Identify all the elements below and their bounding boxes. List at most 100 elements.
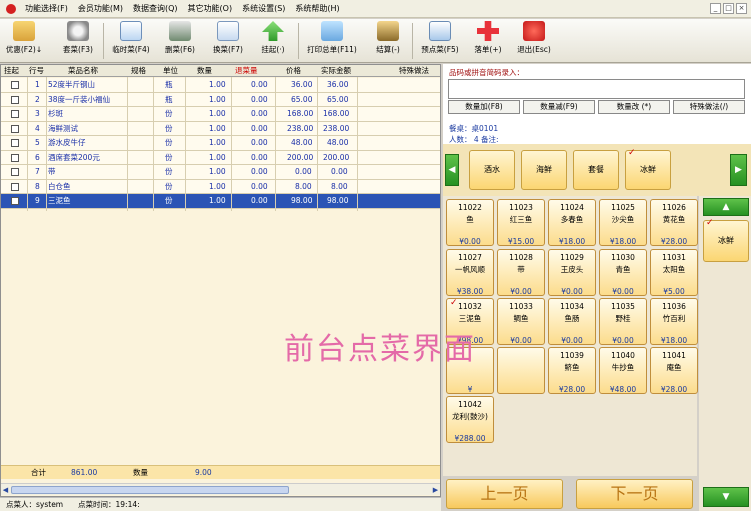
column-divider	[185, 77, 186, 211]
power-icon	[523, 21, 545, 41]
dish-tile[interactable]: 11027 一帆风顺 ¥38.00	[446, 249, 494, 296]
dish-tile[interactable]: 11026 黄花鱼 ¥28.00	[650, 199, 698, 246]
menu-functions[interactable]: 功能选择(F)	[20, 0, 73, 18]
table-row[interactable]: 4 海鲜测试 份 1.00 0.00 238.00 238.00	[1, 121, 440, 136]
hold-checkbox[interactable]	[11, 197, 19, 205]
column-divider	[231, 77, 232, 211]
dish-tile[interactable]: 11033 鲷鱼 ¥0.00	[497, 298, 545, 345]
column-divider	[153, 77, 154, 211]
header-amount: 实际金额	[321, 66, 351, 75]
column-divider	[127, 77, 128, 211]
menu-member[interactable]: 会员功能(M)	[73, 0, 128, 18]
side-category-chilled[interactable]: ✓ 冰鲜	[703, 219, 749, 262]
menu-other[interactable]: 其它功能(O)	[183, 0, 238, 18]
qty-decrease-button[interactable]: 数量减(F9)	[523, 100, 595, 114]
print-bill-button[interactable]: 打印总单(F11)	[302, 21, 362, 61]
total-bar: 合计 861.00 数量 9.00	[1, 465, 440, 479]
table-row[interactable]: 8 白仓鱼 份 1.00 0.00 8.00 8.00	[1, 179, 440, 194]
hold-checkbox[interactable]	[11, 139, 19, 147]
hold-button[interactable]: 挂起(·)	[254, 21, 292, 61]
dish-tile[interactable]: 11034 鱼肠 ¥0.00	[548, 298, 596, 345]
minimize-button[interactable]: _	[710, 3, 721, 14]
menu-settings[interactable]: 系统设置(S)	[237, 0, 290, 18]
hold-checkbox[interactable]	[11, 110, 19, 118]
dish-code-input[interactable]	[448, 79, 745, 99]
dish-tile[interactable]: 11022 鱼 ¥0.00	[446, 199, 494, 246]
qty-label: 数量	[133, 468, 148, 477]
dish-grid: 11022 鱼 ¥0.00 11023 红三鱼 ¥15.00 11024 多春鱼 ¥18.0…	[443, 196, 698, 476]
delete-dish-button[interactable]: 删菜(F6)	[160, 21, 200, 61]
pre-order-button[interactable]: 预点菜(F5)	[417, 21, 463, 61]
hold-checkbox[interactable]	[11, 124, 19, 133]
qty-change-button[interactable]: 数量改 (*)	[598, 100, 670, 114]
up-arrow-icon	[262, 21, 284, 41]
hold-checkbox[interactable]	[11, 182, 19, 191]
app-icon	[6, 3, 16, 14]
special-method-button[interactable]: 特殊做法(/)	[673, 100, 745, 114]
table-header: 挂起 行号 菜品名称 规格 单位 数量 退菜量 价格 实际金额 特殊做法	[1, 65, 440, 77]
dish-tile[interactable]: 11036 竹百利 ¥18.00	[650, 298, 698, 345]
scroll-right-icon[interactable]: ▶	[431, 485, 440, 495]
next-page-button[interactable]: 下一页	[576, 479, 693, 509]
dish-tile[interactable]: 11039 鲚鱼 ¥28.00	[548, 347, 596, 394]
operator-status: 点菜人：system	[6, 500, 64, 509]
header-returned: 退菜量	[235, 66, 258, 75]
menu-query[interactable]: 数据查询(Q)	[128, 0, 183, 18]
dish-tile[interactable]: 11030 青鱼 ¥0.00	[599, 249, 647, 296]
window-controls: _ □ ×	[710, 3, 747, 14]
category-set-meal[interactable]: 套餐	[573, 150, 619, 190]
prev-page-button[interactable]: 上一页	[446, 479, 563, 509]
scroll-down-icon[interactable]: ▼	[703, 487, 749, 507]
table-row-selected[interactable]: 9 三泥鱼 份 1.00 0.00 98.00 98.00	[1, 194, 440, 209]
discount-button[interactable]: 优惠(F2)↓	[4, 21, 44, 61]
column-divider	[275, 77, 276, 211]
hold-checkbox[interactable]	[11, 168, 19, 176]
category-seafood[interactable]: 海鲜	[521, 150, 567, 190]
table-row[interactable]: 5 游水皮牛仔 份 1.00 0.00 48.00 48.00	[1, 136, 440, 151]
red-cross-icon	[477, 21, 499, 41]
hold-checkbox[interactable]	[11, 95, 19, 104]
qty-increase-button[interactable]: 数量加(F8)	[448, 100, 520, 114]
dish-tile[interactable]: 11035 野桂 ¥0.00	[599, 298, 647, 345]
scroll-left-icon[interactable]: ◀	[1, 485, 10, 495]
dish-tile[interactable]: 11042 龙利(鼓沙) ¥288.00	[446, 396, 494, 443]
maximize-button[interactable]: □	[723, 3, 734, 14]
table-row[interactable]: 3 杉斑 份 1.00 0.00 168.00 168.00	[1, 107, 440, 122]
table-row[interactable]: 1 52度半斤钢山 瓶 1.00 0.00 36.00 36.00	[1, 78, 440, 93]
table-row[interactable]: 6 酒席套菜200元 份 1.00 0.00 200.00 200.00	[1, 150, 440, 165]
table-row[interactable]: 2 38度一斤装小福仙 瓶 1.00 0.00 65.00 65.00	[1, 92, 440, 107]
set-meal-button[interactable]: 套菜(F3)	[58, 21, 98, 61]
dish-tile[interactable]	[497, 347, 545, 394]
header-unit: 单位	[163, 66, 178, 75]
category-prev-icon[interactable]: ◀	[445, 154, 459, 186]
place-order-button[interactable]: 落单(+)	[470, 21, 506, 61]
header-dish-name: 菜品名称	[68, 66, 98, 75]
settle-button[interactable]: 结算(-)	[370, 21, 406, 61]
temp-dish-button[interactable]: 临时菜(F4)	[108, 21, 154, 61]
exit-button[interactable]: 退出(Esc)	[512, 21, 556, 61]
scroll-up-icon[interactable]: ▲	[703, 198, 749, 216]
scrollbar-thumb[interactable]	[11, 486, 289, 494]
status-bar: 点菜人：system 点菜时间：19:14:	[0, 497, 441, 511]
table-row[interactable]: 7 带 份 1.00 0.00 0.00 0.00	[1, 165, 440, 180]
category-chilled[interactable]: ✓ 冰鲜	[625, 149, 671, 190]
dish-tile[interactable]: 11028 带 ¥0.00	[497, 249, 545, 296]
dish-tile[interactable]: 11040 牛抄鱼 ¥48.00	[599, 347, 647, 394]
horizontal-scrollbar[interactable]: ◀ ▶	[1, 483, 440, 495]
dish-tile[interactable]: 11024 多春鱼 ¥18.00	[548, 199, 596, 246]
dish-tile[interactable]: 11041 庵鱼 ¥28.00	[650, 347, 698, 394]
dish-tile[interactable]: 11023 红三鱼 ¥15.00	[497, 199, 545, 246]
hold-checkbox[interactable]	[11, 81, 19, 89]
category-next-icon[interactable]: ▶	[730, 154, 747, 186]
swap-dish-button[interactable]: 换菜(F7)	[208, 21, 248, 61]
category-strip: ◀ 酒水 海鲜 套餐 ✓ 冰鲜 ▶	[443, 144, 751, 196]
hold-checkbox[interactable]	[11, 153, 19, 162]
column-divider	[46, 77, 47, 211]
category-drinks[interactable]: 酒水	[469, 150, 515, 190]
settle-icon	[377, 21, 399, 41]
dish-tile[interactable]: 11029 王皮头 ¥0.00	[548, 249, 596, 296]
menu-help[interactable]: 系统帮助(H)	[290, 0, 344, 18]
dish-tile[interactable]: 11031 太阳鱼 ¥5.00	[650, 249, 698, 296]
close-button[interactable]: ×	[736, 3, 747, 14]
dish-tile[interactable]: 11025 沙尖鱼 ¥18.00	[599, 199, 647, 246]
